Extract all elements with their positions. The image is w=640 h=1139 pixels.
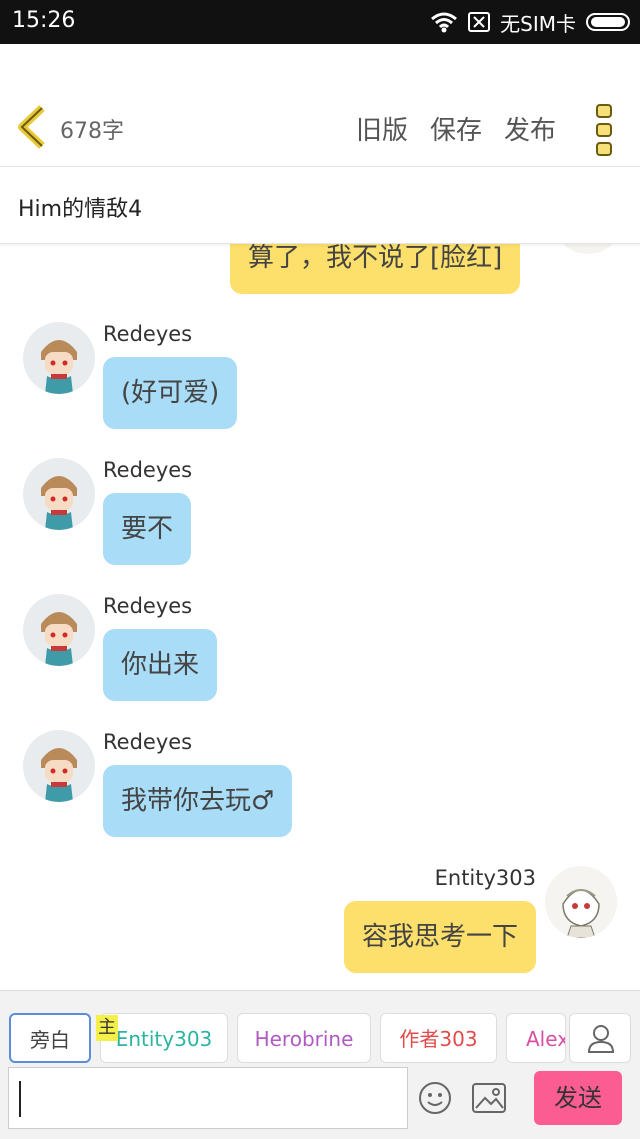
image-icon[interactable]	[472, 1083, 506, 1113]
send-button[interactable]: 发送	[534, 1071, 622, 1125]
sender-name: Redeyes	[103, 594, 193, 618]
entity303-avatar[interactable]	[545, 866, 617, 938]
word-count: 678字	[60, 119, 124, 144]
message-bubble[interactable]: 你出来	[103, 629, 218, 701]
no-sim-icon	[468, 12, 491, 32]
role-entity303[interactable]: Entity303	[100, 1013, 228, 1063]
sender-name: Redeyes	[103, 458, 193, 482]
role-alex[interactable]: Alex	[506, 1013, 566, 1063]
status-time: 15:26	[12, 8, 76, 33]
role-author303[interactable]: 作者303	[380, 1013, 497, 1063]
message-bubble[interactable]: 算了，我不说了[脸红]	[230, 244, 521, 294]
editor-toolbar: 678字 旧版 保存 发布	[0, 44, 640, 167]
story-title-bar[interactable]: Him的情敌4	[0, 167, 640, 244]
message-bubble[interactable]: 容我思考一下	[343, 901, 536, 973]
carrier-label: 无SIM卡	[500, 11, 576, 36]
role-herobrine[interactable]: Herobrine	[237, 1013, 371, 1063]
status-icons: 无SIM卡	[430, 7, 630, 37]
wifi-icon	[431, 12, 458, 33]
composer-panel: 旁白 主 Entity303 Herobrine 作者303 Alex 发送	[0, 990, 640, 1139]
sender-name: Redeyes	[103, 322, 193, 346]
redeyes-avatar[interactable]	[23, 458, 95, 530]
message-bubble[interactable]: 要不	[103, 493, 192, 565]
redeyes-avatar[interactable]	[23, 322, 95, 394]
main-character-tag: 主	[96, 1015, 118, 1041]
redeyes-avatar[interactable]	[23, 594, 95, 666]
status-bar: 15:26 无SIM卡	[0, 0, 640, 44]
sender-name: Entity303	[434, 866, 536, 890]
battery-icon	[586, 13, 630, 31]
text-caret	[19, 1081, 21, 1117]
old-version-button[interactable]: 旧版	[356, 110, 408, 147]
message-bubble[interactable]: (好可爱)	[103, 357, 238, 429]
person-icon	[587, 1025, 615, 1053]
message-input[interactable]	[8, 1067, 408, 1129]
save-button[interactable]: 保存	[430, 110, 482, 147]
manage-roles-button[interactable]	[569, 1013, 631, 1063]
back-chevron-icon[interactable]	[14, 104, 50, 150]
story-title: Him的情敌4	[18, 197, 143, 222]
publish-button[interactable]: 发布	[504, 110, 556, 147]
more-menu-icon[interactable]	[594, 102, 614, 158]
emoji-icon[interactable]	[418, 1081, 452, 1115]
entity303-avatar[interactable]	[552, 244, 624, 254]
message-bubble[interactable]: 我带你去玩♂	[103, 765, 293, 837]
sender-name: Redeyes	[103, 730, 193, 754]
role-narrator[interactable]: 旁白	[9, 1013, 91, 1063]
redeyes-avatar[interactable]	[23, 730, 95, 802]
chat-area[interactable]: 算了，我不说了[脸红] Redeyes (好可爱) Redeyes 要不 Red…	[0, 244, 640, 990]
